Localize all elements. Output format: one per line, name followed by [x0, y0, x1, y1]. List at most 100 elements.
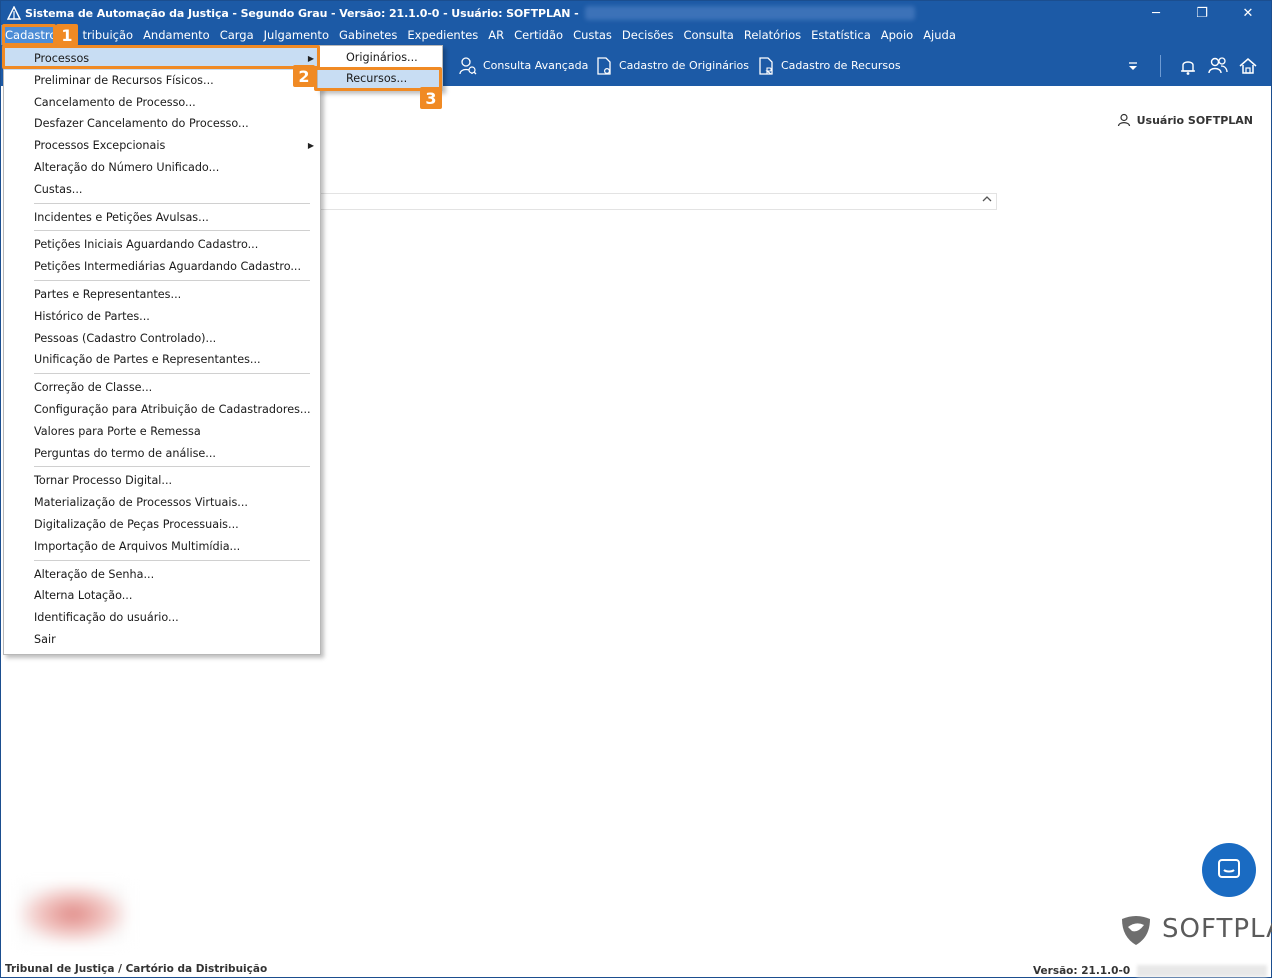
submenu-item-label: Originários...	[346, 51, 418, 64]
dropdown-item[interactable]: Partes e Representantes...	[4, 284, 320, 306]
dropdown-item[interactable]: Petições Iniciais Aguardando Cadastro...	[4, 234, 320, 256]
menu-relatorios[interactable]: Relatórios	[739, 25, 806, 45]
status-redacted	[1137, 965, 1267, 977]
menu-separator	[34, 373, 310, 375]
menu-andamento[interactable]: Andamento	[138, 25, 215, 45]
highlight-box-processos	[2, 45, 320, 69]
dropdown-item[interactable]: Incidentes e Petições Avulsas...	[4, 207, 320, 229]
maximize-button[interactable]: ❐	[1179, 1, 1225, 25]
softplan-wordmark: SOFTPLAN	[1162, 914, 1272, 944]
dropdown-item-label: Valores para Porte e Remessa	[34, 424, 201, 438]
dropdown-item[interactable]: Identificação do usuário...	[4, 607, 320, 629]
submenu-item[interactable]: Originários...	[318, 47, 442, 68]
softplan-brand: SOFTPLAN	[1118, 911, 1272, 947]
menu-distribuicao[interactable]: tribuição	[74, 25, 138, 45]
dropdown-item-label: Custas...	[34, 182, 83, 196]
dropdown-item[interactable]: Cancelamento de Processo...	[4, 92, 320, 114]
dropdown-item-label: Digitalização de Peças Processuais...	[34, 517, 239, 531]
status-version: Versão: 21.1.0-0	[1033, 965, 1131, 977]
step-badge-1: 1	[56, 24, 78, 46]
menu-ar[interactable]: AR	[483, 25, 509, 45]
dropdown-item[interactable]: Unificação de Partes e Representantes...	[4, 349, 320, 371]
dropdown-item[interactable]: Desfazer Cancelamento do Processo...	[4, 113, 320, 135]
dropdown-item[interactable]: Importação de Arquivos Multimídia...	[4, 536, 320, 558]
menu-separator	[34, 230, 310, 232]
dropdown-item[interactable]: Alterna Lotação...	[4, 585, 320, 607]
home-icon[interactable]	[1233, 51, 1263, 81]
collapsible-panel-header[interactable]	[321, 193, 997, 210]
dropdown-item-label: Materialização de Processos Virtuais...	[34, 496, 248, 510]
consulta-avancada-label: Consulta Avançada	[483, 59, 589, 72]
dropdown-item-label: Petições Iniciais Aguardando Cadastro...	[34, 238, 259, 252]
toolbar-right-group	[1118, 45, 1263, 86]
cadastro-recursos-button[interactable]: Cadastro de Recursos	[757, 45, 901, 86]
dropdown-item-label: Partes e Representantes...	[34, 287, 182, 301]
dropdown-item[interactable]: Preliminar de Recursos Físicos...	[4, 70, 320, 92]
menu-ajuda[interactable]: Ajuda	[918, 25, 961, 45]
menu-expedientes[interactable]: Expedientes	[402, 25, 483, 45]
consulta-avancada-button[interactable]: Consulta Avançada	[459, 45, 588, 86]
dropdown-item-label: Identificação do usuário...	[34, 611, 179, 625]
dropdown-item[interactable]: Digitalização de Peças Processuais...	[4, 514, 320, 536]
dropdown-item[interactable]: Pessoas (Cadastro Controlado)...	[4, 328, 320, 350]
cadastro-recursos-label: Cadastro de Recursos	[781, 59, 901, 72]
dropdown-item[interactable]: Processos Excepcionais ▶	[4, 135, 320, 157]
status-location: Tribunal de Justiça / Cartório da Distri…	[5, 963, 268, 975]
app-logo-icon	[7, 6, 21, 20]
dropdown-item[interactable]: Valores para Porte e Remessa	[4, 421, 320, 443]
dropdown-item-label: Correção de Classe...	[34, 381, 153, 395]
menu-carga[interactable]: Carga	[215, 25, 259, 45]
dropdown-arrow-icon[interactable]	[1118, 51, 1148, 81]
bell-icon[interactable]	[1173, 51, 1203, 81]
menu-certidao[interactable]: Certidão	[509, 25, 568, 45]
menu-custas[interactable]: Custas	[568, 25, 617, 45]
menu-apoio[interactable]: Apoio	[876, 25, 918, 45]
dropdown-item[interactable]: Sair	[4, 629, 320, 651]
document-o-icon	[597, 56, 611, 75]
submenu-arrow-icon: ▶	[307, 141, 314, 151]
menu-gabinetes[interactable]: Gabinetes	[334, 25, 402, 45]
dropdown-item-label: Petições Intermediárias Aguardando Cadas…	[34, 260, 302, 274]
chevron-up-icon[interactable]	[982, 195, 992, 206]
dropdown-item[interactable]: Perguntas do termo de análise...	[4, 443, 320, 465]
cadastro-originarios-label: Cadastro de Originários	[619, 59, 749, 72]
menu-separator	[34, 559, 310, 561]
title-redacted	[584, 6, 915, 20]
menu-julgamento[interactable]: Julgamento	[259, 25, 334, 45]
step-badge-2: 2	[293, 65, 315, 87]
dropdown-item[interactable]: Correção de Classe...	[4, 377, 320, 399]
softplan-logo-icon	[1122, 916, 1150, 945]
menu-separator	[34, 466, 310, 468]
menu-estatistica[interactable]: Estatística	[806, 25, 876, 45]
window-title: Sistema de Automação da Justiça - Segund…	[25, 6, 579, 20]
menu-consulta[interactable]: Consulta	[678, 25, 738, 45]
chat-button[interactable]	[1202, 843, 1256, 897]
dropdown-item-label: Sair	[34, 632, 56, 646]
dropdown-item-label: Alteração do Número Unificado...	[34, 160, 220, 174]
menu-separator	[34, 202, 310, 204]
menu-separator	[34, 279, 310, 281]
dropdown-item[interactable]: Petições Intermediárias Aguardando Cadas…	[4, 256, 320, 278]
current-user: Usuário SOFTPLAN	[1117, 113, 1253, 127]
toolbar-separator	[1160, 54, 1161, 77]
dropdown-item-label: Alterna Lotação...	[34, 589, 133, 603]
dropdown-item[interactable]: Histórico de Partes...	[4, 306, 320, 328]
dropdown-item[interactable]: Tornar Processo Digital...	[4, 470, 320, 492]
dropdown-item-label: Importação de Arquivos Multimídia...	[34, 539, 241, 553]
cadastro-originarios-button[interactable]: Cadastro de Originários	[595, 45, 749, 86]
dropdown-item-label: Histórico de Partes...	[34, 309, 150, 323]
dropdown-item[interactable]: Alteração do Número Unificado...	[4, 157, 320, 179]
highlight-box-cadastro	[2, 24, 56, 46]
dropdown-item[interactable]: Materialização de Processos Virtuais...	[4, 492, 320, 514]
menu-decisoes[interactable]: Decisões	[617, 25, 679, 45]
dropdown-item-label: Processos Excepcionais	[34, 139, 166, 153]
dropdown-item-label: Pessoas (Cadastro Controlado)...	[34, 331, 217, 345]
dropdown-item[interactable]: Alteração de Senha...	[4, 564, 320, 586]
dropdown-item[interactable]: Configuração para Atribuição de Cadastra…	[4, 399, 320, 421]
close-button[interactable]: ✕	[1225, 1, 1271, 25]
users-icon[interactable]	[1203, 51, 1233, 81]
dropdown-item[interactable]: Custas...	[4, 179, 320, 201]
dropdown-item-label: Tornar Processo Digital...	[34, 474, 173, 488]
app-window: Sistema de Automação da Justiça - Segund…	[0, 0, 1272, 978]
minimize-button[interactable]: ─	[1133, 1, 1179, 25]
